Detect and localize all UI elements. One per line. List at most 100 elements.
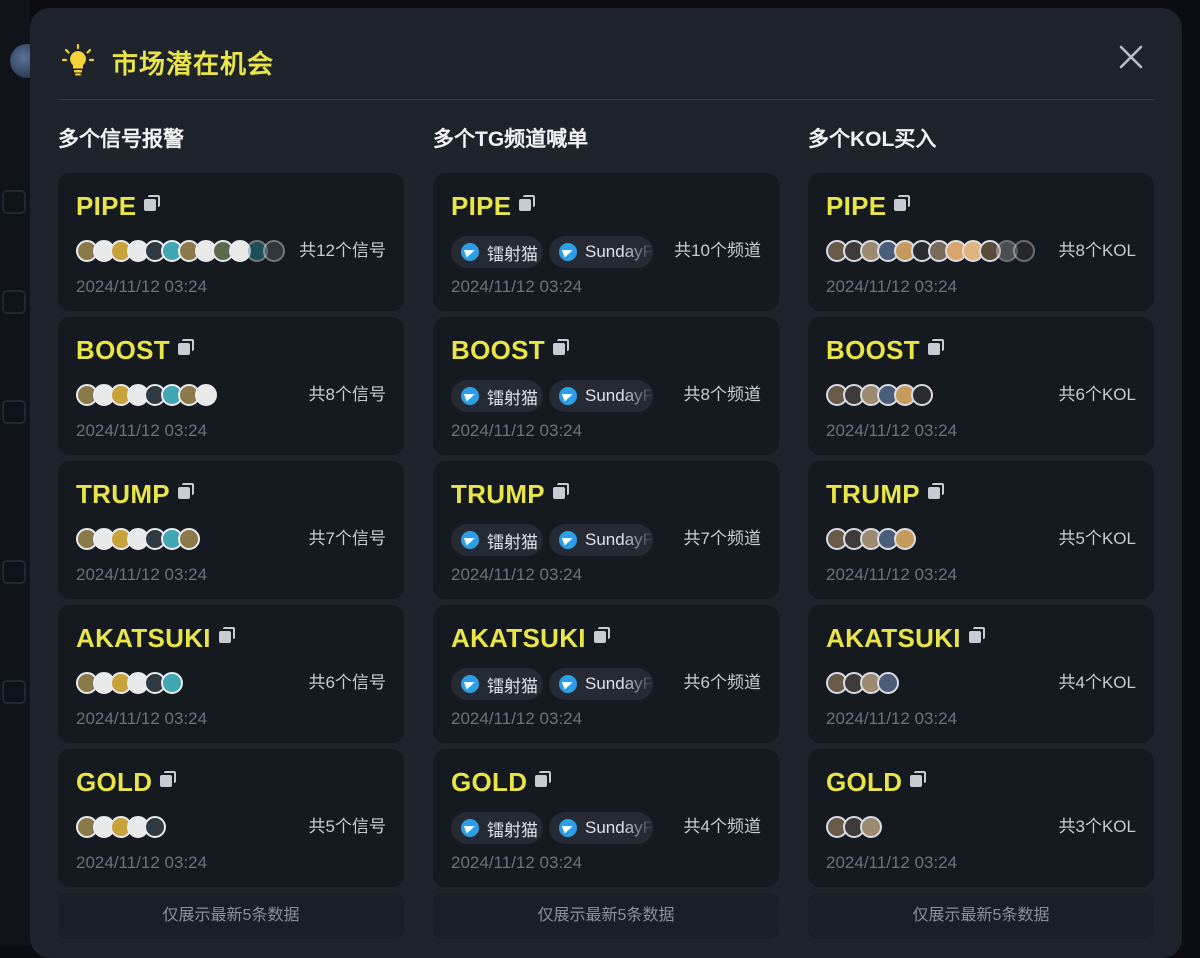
background-sidebar [0,0,30,946]
token-name-row: BOOST [76,335,196,366]
timestamp: 2024/11/12 03:24 [826,421,958,440]
token-card[interactable]: GOLD 共3个KOL 2024/11/12 03:24 [808,749,1154,887]
token-card[interactable]: AKATSUKI 镭射猫 SundayFu 共6个频道 2024/11/12 03:24 [433,605,779,743]
header-divider [58,99,1154,100]
timestamp: 2024/11/12 03:24 [76,853,208,872]
token-card[interactable]: BOOST 共8个信号 2024/11/12 03:24 [58,317,404,455]
token-card[interactable]: BOOST 共6个KOL 2024/11/12 03:24 [808,317,1154,455]
token-name-row: GOLD [826,767,928,798]
token-name-row: TRUMP [826,479,946,510]
count-label: 共3个KOL [1058,817,1136,836]
telegram-icon [559,531,577,549]
copy-icon[interactable] [927,339,946,357]
timestamp: 2024/11/12 03:24 [826,853,958,872]
token-name-row: PIPE [826,191,912,222]
signal-source-icon [161,672,183,694]
tg-channel-chip[interactable]: 镭射猫 [451,812,543,844]
tg-channel-chip[interactable]: 镭射猫 [451,236,543,268]
copy-icon[interactable] [552,483,571,501]
token-card[interactable]: PIPE 共12个信号 2024/11/12 03:24 [58,173,404,311]
copy-icon[interactable] [552,339,571,357]
copy-icon[interactable] [519,195,537,213]
tg-channel-chip[interactable]: SundayFu [549,380,653,412]
token-name-row: AKATSUKI [826,623,987,654]
count-label: 共8个信号 [308,385,386,404]
token-name-row: BOOST [451,335,571,366]
kol-avatar [877,672,899,694]
copy-icon[interactable] [218,627,237,645]
token-card[interactable]: AKATSUKI 共6个信号 2024/11/12 03:24 [58,605,404,743]
channel-name: SundayFu [585,674,653,693]
token-name: GOLD [451,767,528,797]
token-card[interactable]: GOLD 镭射猫 SundayFu 共4个频道 2024/11/12 03:24 [433,749,779,887]
channel-name: 镭射猫 [487,388,538,408]
column-title: 多个KOL买入 [808,128,937,151]
telegram-icon [559,243,577,261]
token-name: TRUMP [451,479,545,509]
count-label: 共12个信号 [299,241,386,260]
channel-name: 镭射猫 [487,244,538,264]
timestamp: 2024/11/12 03:24 [76,565,208,584]
background-tool-icon [2,400,26,424]
token-name: PIPE [826,191,887,221]
copy-icon[interactable] [593,627,612,645]
copy-icon[interactable] [160,771,178,789]
lightbulb-icon [62,44,94,76]
copy-icon[interactable] [927,483,946,501]
tg-channel-chip[interactable]: 镭射猫 [451,668,543,700]
count-label: 共7个信号 [308,529,386,548]
tg-channel-chip[interactable]: 镭射猫 [451,524,543,556]
background-text-icon [2,560,26,584]
telegram-icon [559,819,577,837]
token-card[interactable]: GOLD 共5个信号 2024/11/12 03:24 [58,749,404,887]
timestamp: 2024/11/12 03:24 [451,421,583,440]
telegram-icon [461,675,479,693]
telegram-icon [559,675,577,693]
copy-icon[interactable] [177,483,196,501]
timestamp: 2024/11/12 03:24 [451,277,583,296]
count-label: 共5个KOL [1058,529,1136,548]
channel-name: 镭射猫 [487,676,538,696]
close-icon[interactable] [1114,40,1148,74]
signal-source-icon [263,240,285,262]
column-title: 多个TG频道喊单 [433,128,589,151]
count-label: 共8个KOL [1058,241,1136,260]
tg-channel-chip[interactable]: SundayFu [549,668,653,700]
telegram-icon [461,531,479,549]
tg-channel-chip[interactable]: SundayFu [549,524,653,556]
tg-channel-chip[interactable]: SundayFu [549,236,653,268]
footer-note: 仅展示最新5条数据 [433,893,779,939]
copy-icon[interactable] [968,627,987,645]
opportunities-modal: 市场潜在机会 多个信号报警 PIPE 共12个信号 2024/11/12 03:24 B… [30,8,1182,958]
copy-icon[interactable] [910,771,928,789]
column-kol-buys: 多个KOL买入 PIPE 共8个KOL 2024/11/12 03:24 BOOST 共6… [808,120,1154,939]
column-title: 多个信号报警 [58,128,184,151]
telegram-icon [461,819,479,837]
timestamp: 2024/11/12 03:24 [826,709,958,728]
count-label: 共7个频道 [683,529,761,548]
copy-icon[interactable] [144,195,162,213]
modal-title: 市场潜在机会 [112,49,275,79]
column-tg-channels: 多个TG频道喊单 PIPE 镭射猫 SundayFu 共10个频道 2024/11/12 … [433,120,779,939]
token-name-row: PIPE [76,191,162,222]
token-card[interactable]: TRUMP 镭射猫 SundayFu 共7个频道 2024/11/12 03:24 [433,461,779,599]
token-card[interactable]: TRUMP 共7个信号 2024/11/12 03:24 [58,461,404,599]
tg-channel-chip[interactable]: SundayFu [549,812,653,844]
kol-avatar-stack [826,528,916,550]
copy-icon[interactable] [894,195,912,213]
copy-icon[interactable] [177,339,196,357]
timestamp: 2024/11/12 03:24 [451,565,583,584]
token-card[interactable]: PIPE 共8个KOL 2024/11/12 03:24 [808,173,1154,311]
token-card[interactable]: PIPE 镭射猫 SundayFu 共10个频道 2024/11/12 03:24 [433,173,779,311]
tg-channel-chip[interactable]: 镭射猫 [451,380,543,412]
count-label: 共5个信号 [308,817,386,836]
token-card[interactable]: TRUMP 共5个KOL 2024/11/12 03:24 [808,461,1154,599]
background-list-icon [2,290,26,314]
token-card[interactable]: AKATSUKI 共4个KOL 2024/11/12 03:24 [808,605,1154,743]
telegram-icon [461,243,479,261]
background-chart-icon [2,190,26,214]
token-card[interactable]: BOOST 镭射猫 SundayFu 共8个频道 2024/11/12 03:24 [433,317,779,455]
count-label: 共6个频道 [683,673,761,692]
copy-icon[interactable] [535,771,553,789]
timestamp: 2024/11/12 03:24 [451,709,583,728]
